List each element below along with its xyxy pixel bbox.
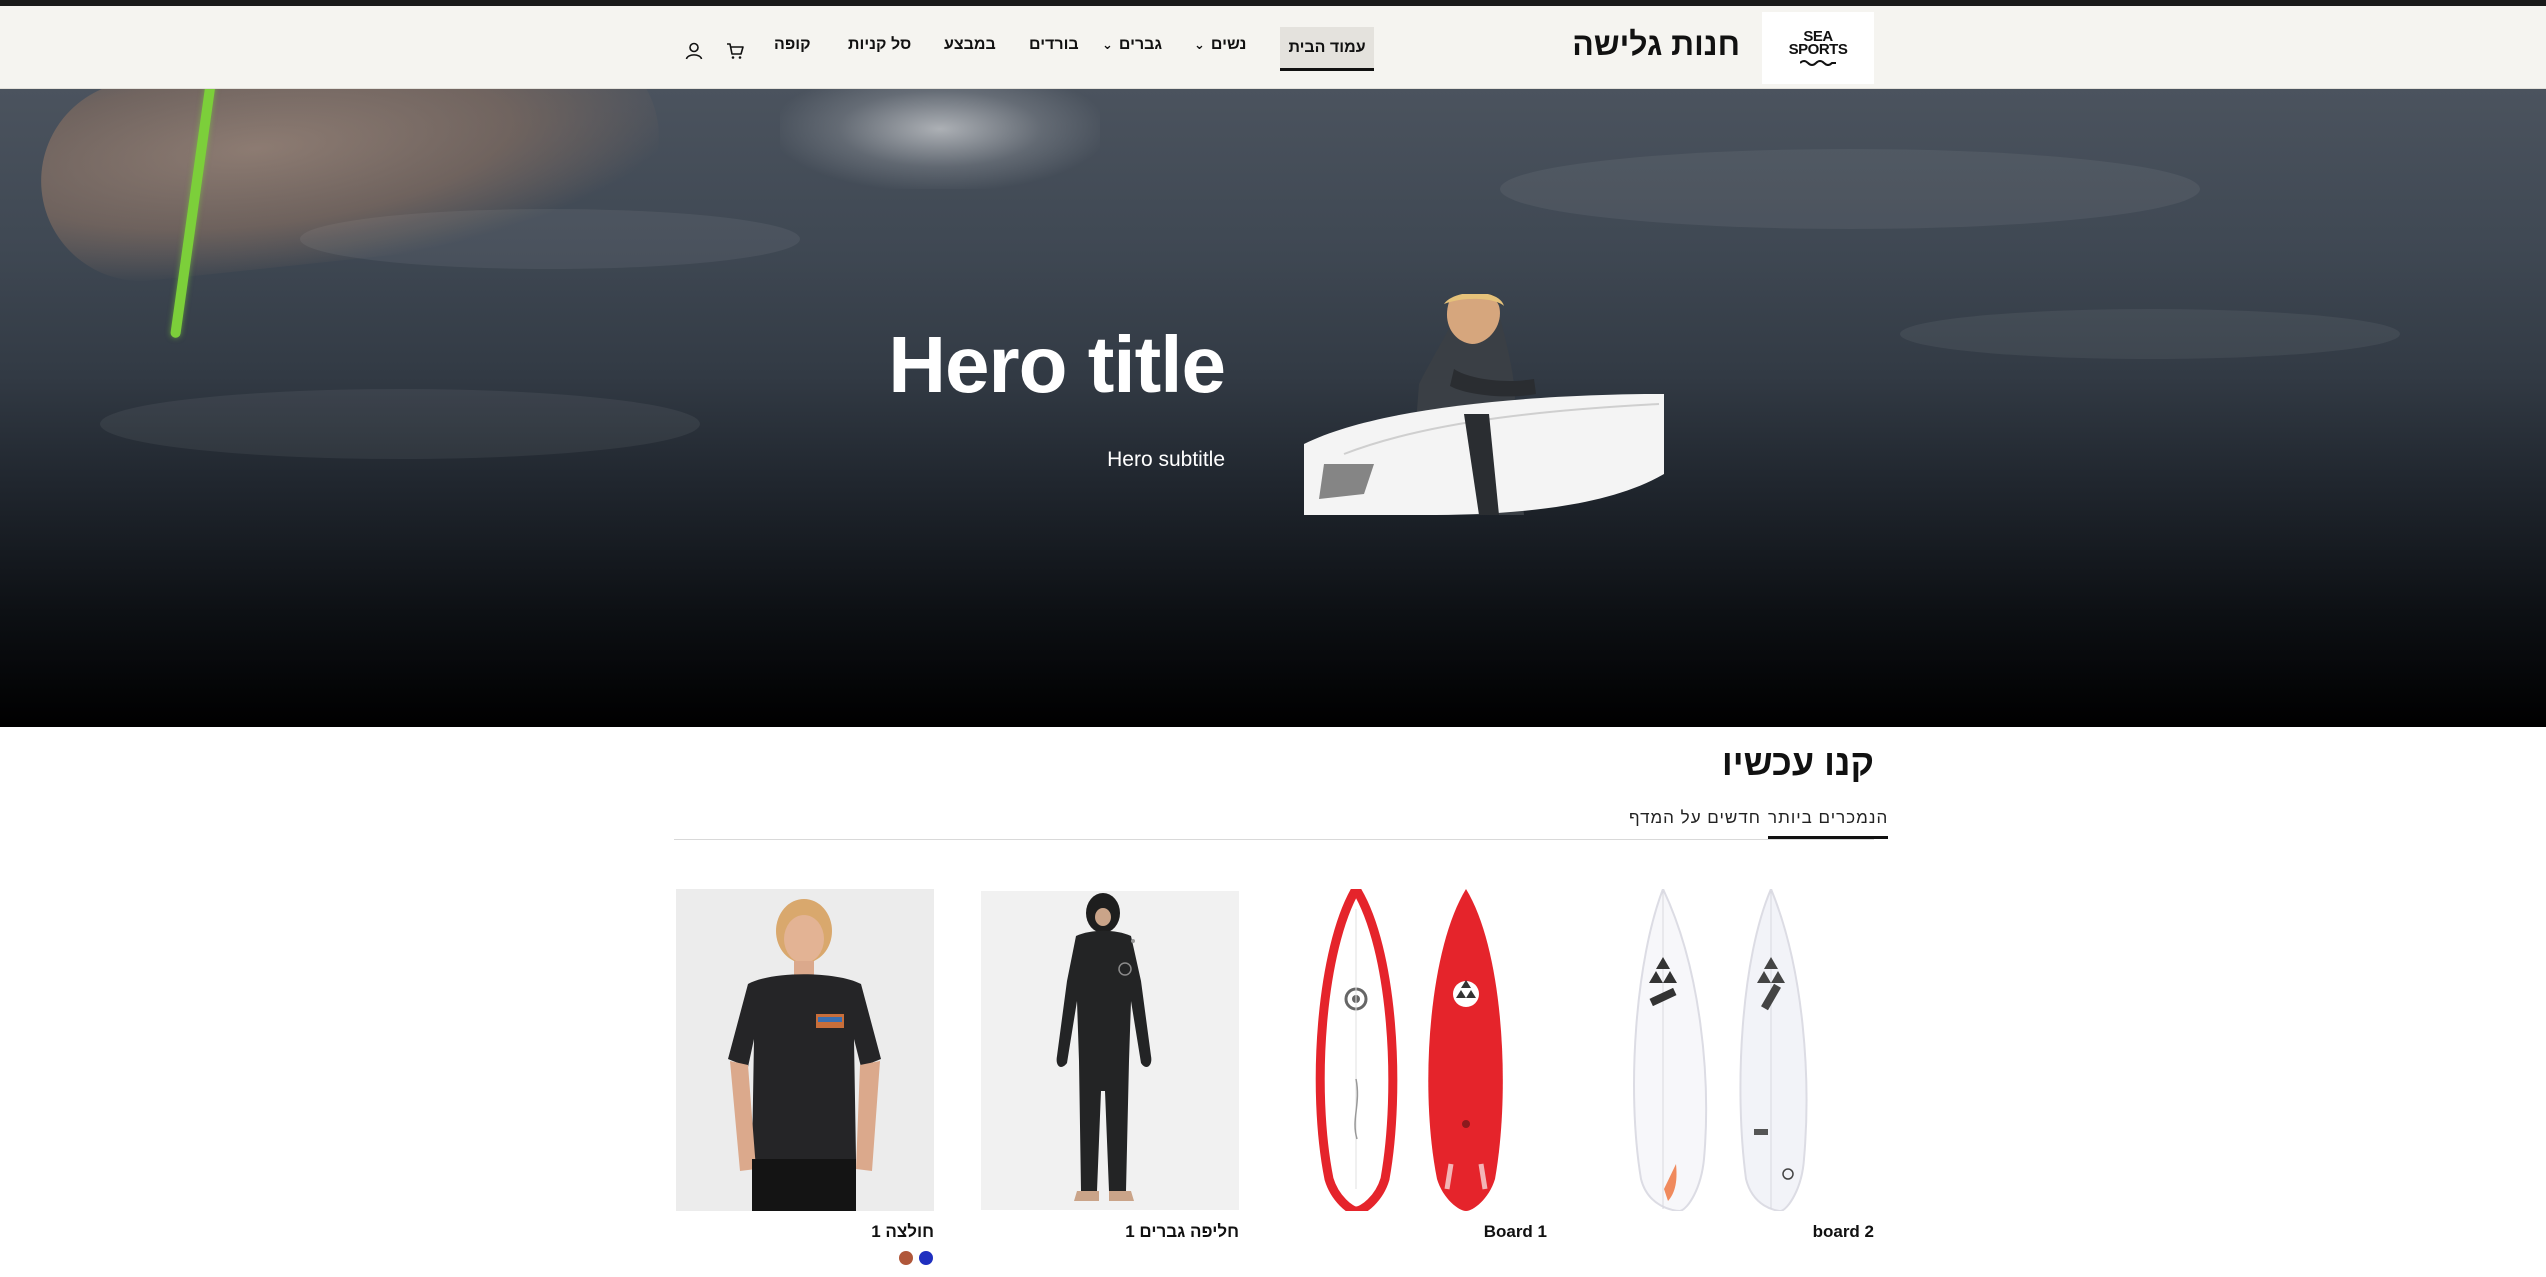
tshirt-model-image	[728, 899, 881, 1211]
product-image-board-2[interactable]	[1616, 889, 1874, 1211]
hero-title: Hero title	[888, 320, 1226, 409]
hero-background-splash	[780, 89, 1100, 189]
wave-icon	[1800, 60, 1836, 66]
water-ripple	[300, 209, 800, 269]
chevron-down-icon: ⌄	[1102, 37, 1113, 52]
tab-best-sellers[interactable]: הנמכרים ביותר	[1768, 808, 1889, 839]
tab-new-arrivals[interactable]: חדשים על המדף	[1629, 808, 1761, 828]
nav-women-label: נשים	[1210, 36, 1247, 53]
nav-item-men[interactable]: גברים ⌄	[1102, 36, 1162, 54]
brand-logo[interactable]: SEA SPORTS	[1762, 12, 1874, 84]
surfboard-white-image	[1633, 889, 1808, 1211]
water-ripple	[100, 389, 700, 459]
nav-item-women[interactable]: נשים ⌄	[1194, 36, 1246, 54]
product-image-wetsuit[interactable]	[981, 891, 1239, 1210]
water-ripple	[1500, 149, 2200, 229]
product-image-tshirt[interactable]	[676, 889, 934, 1211]
product-title[interactable]: Board 1	[1289, 1222, 1547, 1242]
nav-item-checkout[interactable]: קופה	[774, 36, 811, 54]
chevron-down-icon: ⌄	[1194, 37, 1205, 52]
product-title[interactable]: board 2	[1616, 1222, 1874, 1242]
user-icon[interactable]	[684, 41, 704, 61]
surfboard-red-image	[1315, 889, 1503, 1211]
store-name[interactable]: חנות גלישה	[1570, 26, 1740, 63]
cart-icon[interactable]	[725, 41, 745, 61]
logo-line-2: SPORTS	[1788, 41, 1848, 58]
color-swatch-blue[interactable]	[919, 1251, 933, 1265]
tabs-divider	[674, 839, 1874, 840]
hero-banner: Hero title Hero subtitle	[0, 89, 2546, 727]
water-ripple	[1900, 309, 2400, 359]
nav-item-home[interactable]: עמוד הבית	[1280, 27, 1374, 71]
product-image-board-1[interactable]	[1311, 889, 1569, 1211]
site-header: SEA SPORTS חנות גלישה עמוד הבית נשים ⌄ גב…	[0, 6, 2546, 89]
nav-men-label: גברים	[1118, 36, 1163, 53]
nav-item-sale[interactable]: במבצע	[944, 36, 996, 54]
wetsuit-image	[1056, 893, 1152, 1201]
hero-surfer-image	[1304, 294, 1664, 515]
product-title[interactable]: חליפה גברים 1	[981, 1222, 1239, 1242]
nav-item-boards[interactable]: בורדים	[1029, 36, 1079, 54]
nav-home-label: עמוד הבית	[1288, 38, 1366, 56]
color-swatch-brown[interactable]	[899, 1251, 913, 1265]
nav-item-cart-page[interactable]: סל קניות	[848, 36, 911, 54]
shop-now-title: קנו עכשיו	[1721, 742, 1874, 783]
hero-subtitle: Hero subtitle	[1107, 448, 1225, 471]
product-title[interactable]: חולצה 1	[676, 1222, 934, 1242]
